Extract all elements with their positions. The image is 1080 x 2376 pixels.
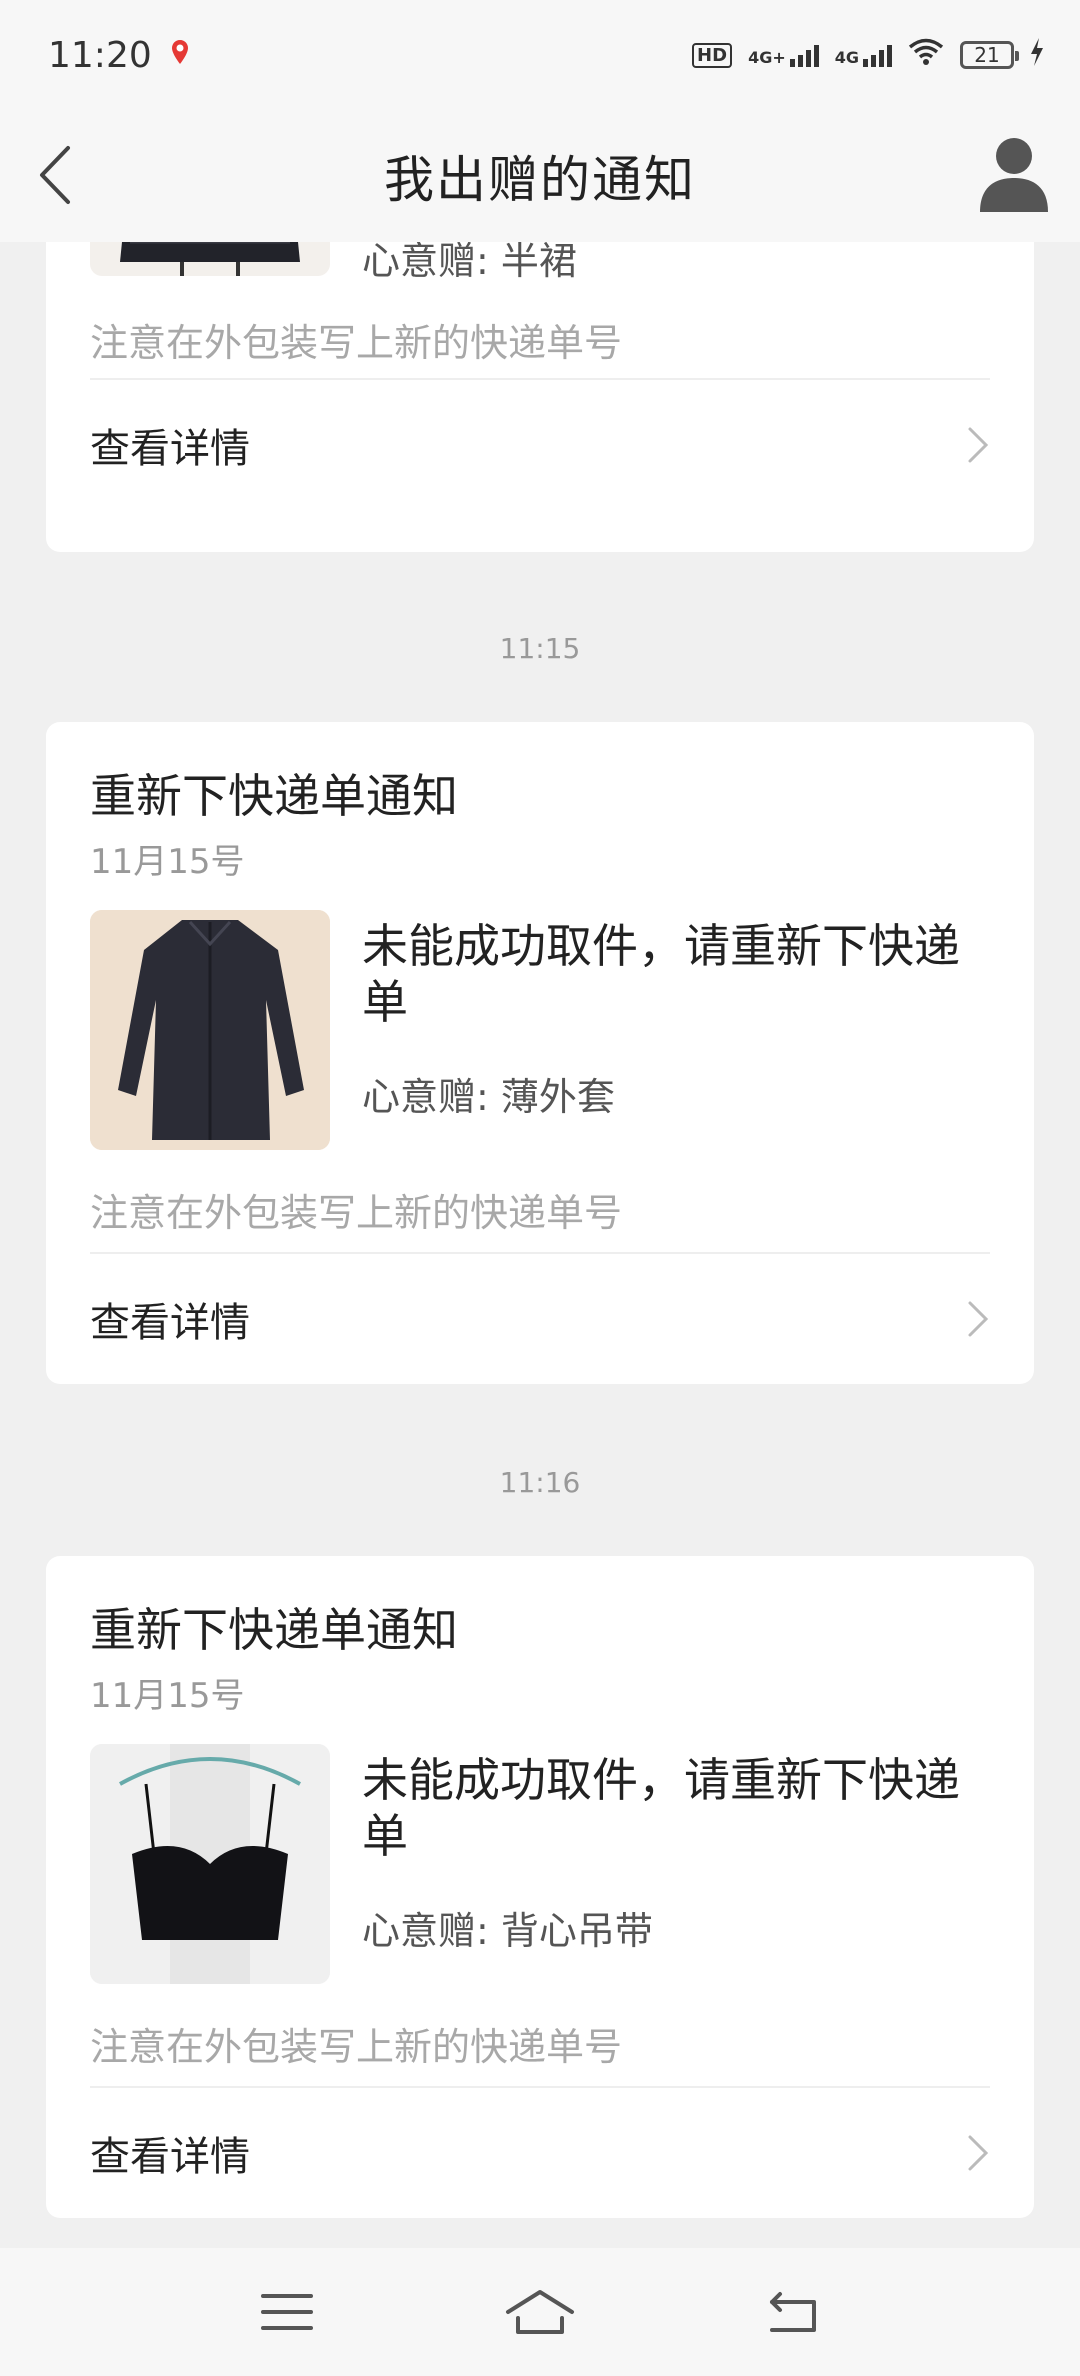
item-thumbnail-jacket[interactable] bbox=[90, 910, 330, 1150]
notification-message: 未能成功取件，请重新下快递单 bbox=[362, 919, 960, 1029]
back-button[interactable] bbox=[28, 140, 88, 210]
gift-label: 心意赠: 薄外套 bbox=[362, 1075, 615, 1119]
battery-level: 21 bbox=[974, 43, 1000, 67]
gift-label: 心意赠: 半裙 bbox=[362, 242, 577, 283]
chevron-right-icon bbox=[968, 2135, 989, 2171]
charging-icon bbox=[1030, 38, 1044, 72]
network-label-2: 4G bbox=[834, 48, 859, 67]
view-details-row[interactable]: 查看详情 bbox=[46, 380, 1034, 510]
note-text: 注意在外包装写上新的快递单号 bbox=[90, 1191, 623, 1235]
card-date: 11月15号 bbox=[90, 1676, 245, 1716]
item-thumbnail-skirt[interactable] bbox=[90, 242, 330, 276]
hd-icon: HD bbox=[692, 42, 733, 68]
battery-icon: 21 bbox=[960, 41, 1019, 69]
timestamp: 11:15 bbox=[499, 632, 581, 665]
system-nav-bar bbox=[0, 2248, 1080, 2376]
item-thumbnail-camisole[interactable] bbox=[90, 1744, 330, 1984]
view-details-label: 查看详情 bbox=[90, 2134, 250, 2180]
notification-list[interactable]: 心意赠: 半裙 注意在外包装写上新的快递单号 查看详情 11:15 重新下快递单… bbox=[0, 242, 1080, 2248]
network-label: 4G+ bbox=[748, 48, 786, 67]
view-details-label: 查看详情 bbox=[90, 1300, 250, 1346]
card-title: 重新下快递单通知 bbox=[90, 769, 458, 823]
nav-menu-button[interactable] bbox=[247, 2282, 327, 2342]
page-title: 我出赠的通知 bbox=[384, 151, 696, 209]
chevron-right-icon bbox=[968, 427, 989, 463]
wifi-icon bbox=[908, 38, 944, 72]
nav-home-button[interactable] bbox=[500, 2282, 580, 2342]
user-avatar-button[interactable] bbox=[976, 134, 1052, 214]
gift-label: 心意赠: 背心吊带 bbox=[362, 1909, 653, 1953]
notification-card: 重新下快递单通知 11月15号 未能成功取件，请重新下快递单 心意赠: 薄外套 … bbox=[46, 722, 1034, 1384]
back-icon bbox=[770, 2292, 817, 2332]
status-bar: 11:20 HD 4G+ 4G 21 bbox=[0, 0, 1080, 110]
card-title: 重新下快递单通知 bbox=[90, 1603, 458, 1657]
chevron-left-icon bbox=[40, 146, 70, 204]
location-icon bbox=[170, 38, 190, 72]
note-text: 注意在外包装写上新的快递单号 bbox=[90, 321, 623, 365]
notification-card: 心意赠: 半裙 注意在外包装写上新的快递单号 查看详情 bbox=[46, 242, 1034, 552]
notification-message: 未能成功取件，请重新下快递单 bbox=[362, 1753, 960, 1863]
card-date: 11月15号 bbox=[90, 842, 245, 882]
note-text: 注意在外包装写上新的快递单号 bbox=[90, 2025, 623, 2069]
menu-icon bbox=[260, 2294, 313, 2330]
signal-icon bbox=[789, 43, 819, 67]
timestamp: 11:16 bbox=[499, 1466, 581, 1499]
view-details-row[interactable]: 查看详情 bbox=[46, 1254, 1034, 1384]
header: 我出赠的通知 bbox=[0, 110, 1080, 242]
chevron-right-icon bbox=[968, 1301, 989, 1337]
signal-icon-2 bbox=[863, 43, 892, 67]
home-icon bbox=[505, 2290, 574, 2334]
nav-back-button[interactable] bbox=[753, 2282, 833, 2342]
view-details-label: 查看详情 bbox=[90, 426, 250, 472]
user-avatar-icon bbox=[980, 138, 1048, 212]
status-time: 11:20 bbox=[48, 34, 152, 76]
notification-card: 重新下快递单通知 11月15号 未能成功取件，请重新下快递单 心意赠: 背心吊带… bbox=[46, 1556, 1034, 2218]
view-details-row[interactable]: 查看详情 bbox=[46, 2088, 1034, 2218]
